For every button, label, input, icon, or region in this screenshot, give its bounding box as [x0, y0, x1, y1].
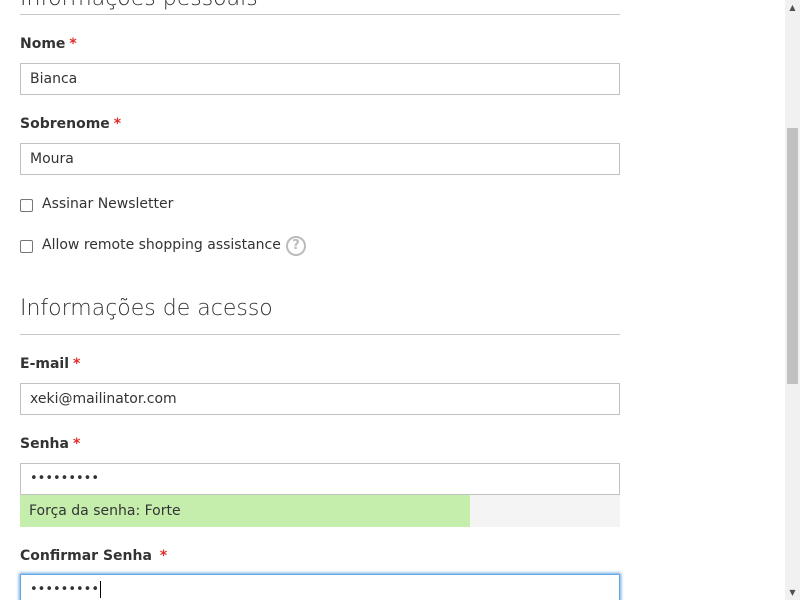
required-mark: *	[69, 36, 77, 52]
first-name-label: Nome *	[20, 36, 77, 52]
last-name-input[interactable]: Moura	[20, 143, 620, 175]
personal-info-title: Informações pessoais	[20, 0, 258, 11]
password-strength-text: Força da senha: Forte	[29, 503, 181, 519]
chevron-down-icon[interactable]: ▼	[785, 585, 800, 600]
password-input[interactable]: •••••••••	[20, 463, 620, 495]
required-mark: *	[159, 548, 168, 564]
newsletter-checkbox[interactable]	[20, 199, 33, 212]
email-label: E-mail *	[20, 356, 81, 372]
confirm-password-input[interactable]: •••••••••	[20, 574, 620, 600]
required-mark: *	[113, 116, 122, 132]
remote-assistance-label[interactable]: Allow remote shopping assistance	[42, 237, 281, 253]
account-form-page: Informações pessoais Nome* Bianca Sobren…	[0, 0, 785, 600]
first-name-input[interactable]: Bianca	[20, 63, 620, 95]
last-name-label: Sobrenome *	[20, 116, 122, 132]
access-info-divider	[20, 334, 620, 335]
confirm-password-label: Confirmar Senha *	[20, 548, 168, 564]
password-strength-meter: Força da senha: Forte	[20, 495, 620, 527]
password-label: Senha *	[20, 436, 81, 452]
remote-assistance-checkbox[interactable]	[20, 240, 33, 253]
page-scrollbar[interactable]: ▲ ▼	[785, 0, 800, 600]
required-mark: *	[73, 356, 81, 372]
newsletter-label[interactable]: Assinar Newsletter	[42, 196, 173, 212]
email-input[interactable]: xeki@mailinator.com	[20, 383, 620, 415]
question-circle-icon[interactable]: ?	[286, 236, 306, 256]
access-info-title: Informações de acesso	[20, 296, 273, 321]
personal-info-divider	[20, 14, 620, 15]
chevron-up-icon[interactable]: ▲	[785, 0, 800, 15]
required-mark: *	[72, 436, 81, 452]
confirm-password-value: •••••••••	[30, 582, 100, 597]
scrollbar-thumb[interactable]	[787, 128, 798, 384]
text-caret	[100, 581, 102, 598]
